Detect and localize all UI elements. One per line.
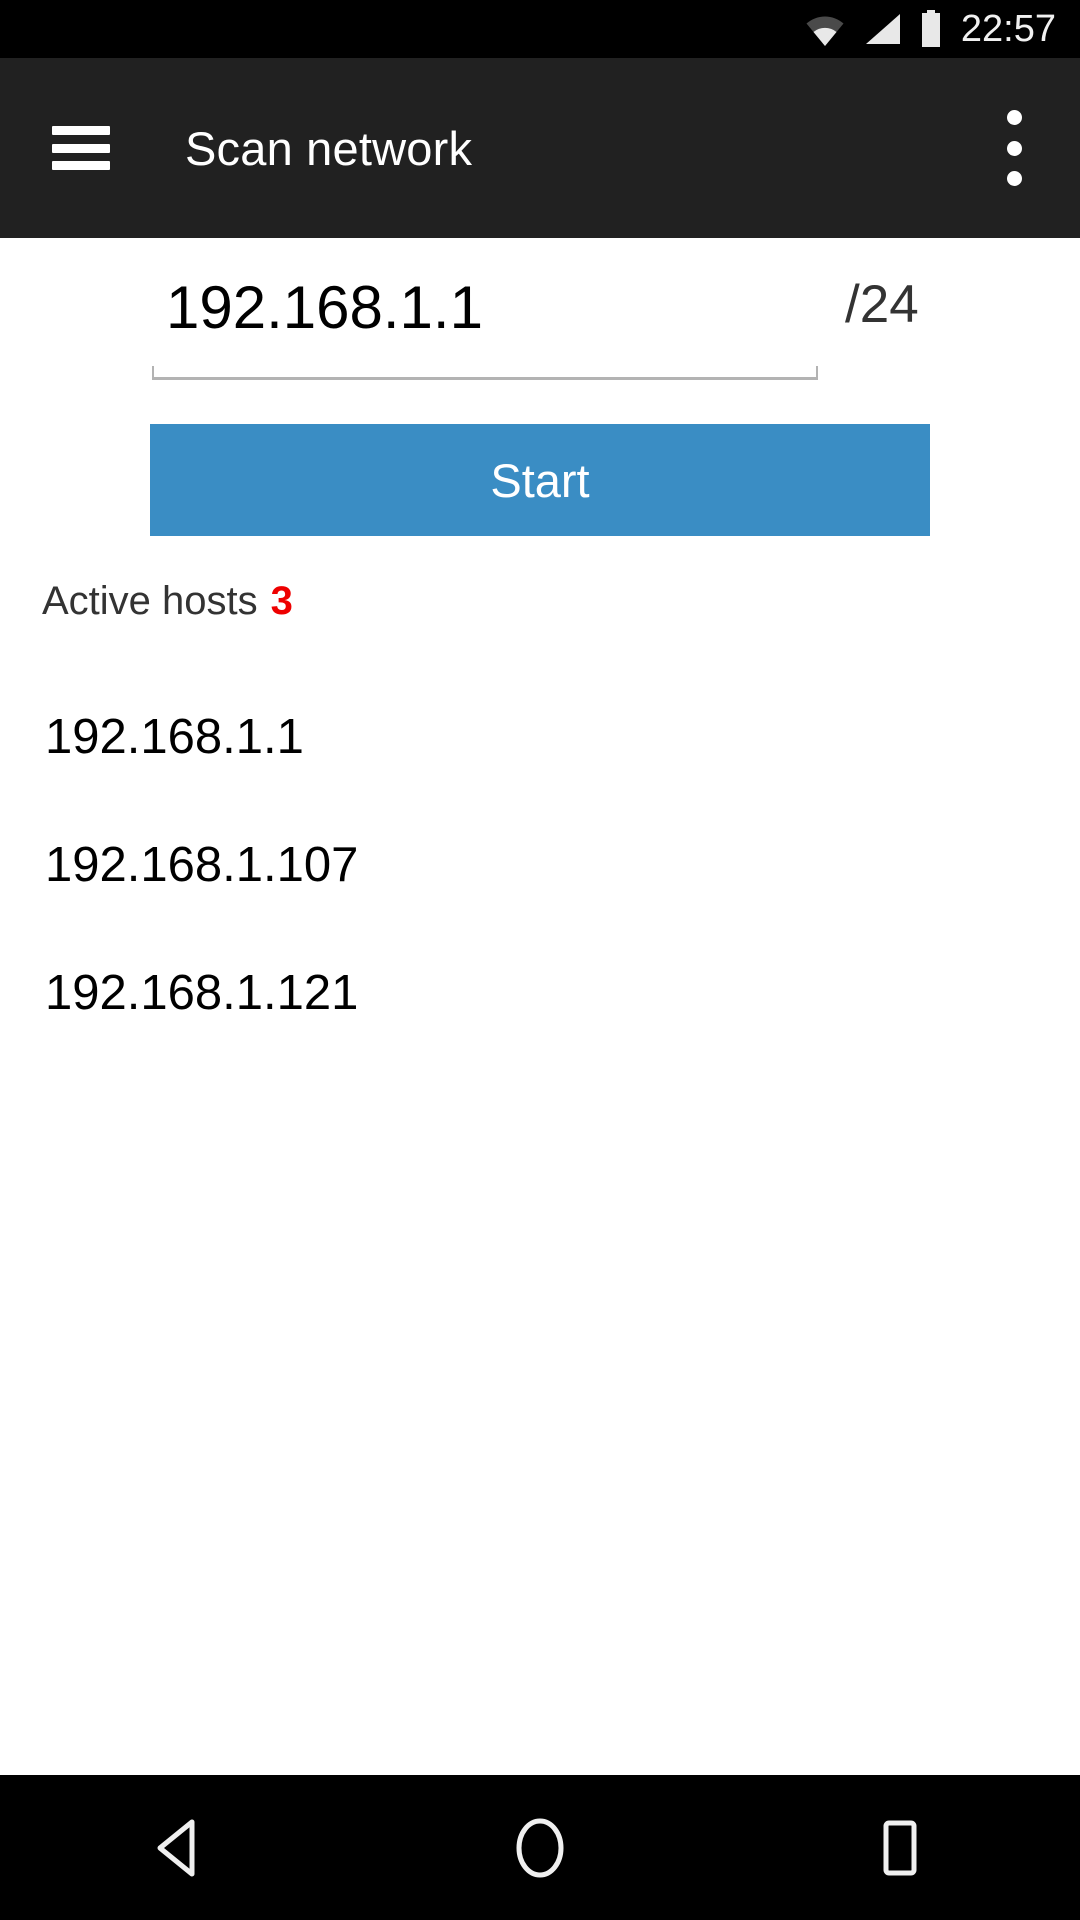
battery-icon bbox=[921, 10, 940, 47]
overflow-dot-2 bbox=[1006, 140, 1022, 156]
list-item[interactable]: 192.168.1.121 bbox=[0, 929, 1080, 1057]
back-icon bbox=[157, 1819, 195, 1876]
active-hosts-label: Active hosts bbox=[42, 579, 258, 623]
overflow-menu-icon[interactable] bbox=[986, 110, 1042, 186]
cidr-suffix-label: /24 bbox=[845, 275, 919, 334]
host-list: 192.168.1.1 192.168.1.107 192.168.1.121 bbox=[0, 673, 1080, 1057]
hamburger-bar-1 bbox=[52, 126, 110, 135]
active-hosts-summary: Active hosts 3 bbox=[42, 581, 293, 621]
wifi-icon bbox=[806, 16, 844, 46]
nav-home-button[interactable] bbox=[465, 1775, 615, 1920]
host-ip: 192.168.1.1 bbox=[45, 710, 304, 764]
active-hosts-count: 3 bbox=[270, 579, 293, 623]
ip-field-wrapper bbox=[152, 260, 818, 380]
status-bar-clock: 22:57 bbox=[960, 8, 1056, 50]
nav-back-button[interactable] bbox=[105, 1775, 255, 1920]
hamburger-menu-icon[interactable] bbox=[52, 126, 110, 170]
app-toolbar: Scan network bbox=[0, 58, 1080, 238]
main-content: /24 Start Active hosts 3 192.168.1.1 192… bbox=[0, 238, 1080, 1775]
home-icon bbox=[516, 1818, 564, 1877]
status-bar-icons bbox=[805, 10, 943, 48]
overflow-dot-3 bbox=[1006, 171, 1022, 186]
host-ip: 192.168.1.107 bbox=[45, 838, 359, 892]
cellular-signal-icon bbox=[865, 14, 900, 44]
ip-input-underline bbox=[152, 366, 818, 380]
list-item[interactable]: 192.168.1.1 bbox=[0, 673, 1080, 801]
app-screen: 22:57 Scan network /24 Start Active host… bbox=[0, 0, 1080, 1920]
hamburger-bar-2 bbox=[52, 143, 110, 153]
ip-address-input[interactable] bbox=[152, 260, 818, 356]
android-navigation-bar bbox=[0, 1775, 1080, 1920]
nav-recents-button[interactable] bbox=[825, 1775, 975, 1920]
hamburger-bar-3 bbox=[52, 161, 110, 170]
page-title: Scan network bbox=[185, 121, 473, 175]
ip-input-row: /24 bbox=[0, 260, 1080, 400]
overflow-dot-1 bbox=[1006, 110, 1022, 125]
start-scan-button[interactable]: Start bbox=[150, 424, 930, 536]
status-bar: 22:57 bbox=[0, 0, 1080, 58]
recents-icon bbox=[883, 1820, 917, 1875]
host-ip: 192.168.1.121 bbox=[45, 966, 359, 1020]
list-item[interactable]: 192.168.1.107 bbox=[0, 801, 1080, 929]
